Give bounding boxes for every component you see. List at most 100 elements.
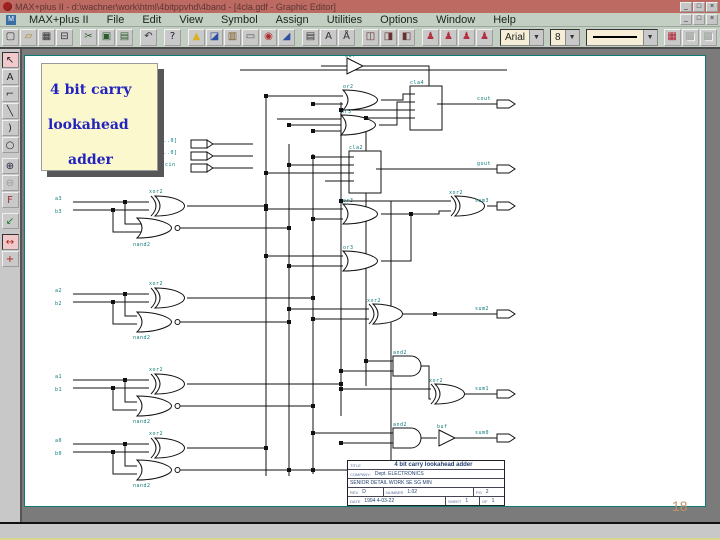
schematic-label: xor2 <box>149 367 163 373</box>
rubberbanding-toggle-icon[interactable]: ↙ <box>1 213 19 229</box>
font-combo-arrow-icon[interactable]: ▼ <box>529 29 544 45</box>
compiler-icon[interactable]: ♟ <box>422 28 439 46</box>
block-symbol[interactable] <box>409 85 443 131</box>
note-box[interactable]: 4 bit carry lookahead adder <box>41 63 158 171</box>
menu-item-edit[interactable]: Edit <box>133 14 170 26</box>
menu-item-symbol[interactable]: Symbol <box>212 14 267 26</box>
new-icon[interactable]: ▢ <box>2 28 19 46</box>
inverter-bubble <box>174 319 181 325</box>
menu-item-assign[interactable]: Assign <box>267 14 318 26</box>
zoom-out-tool-icon[interactable]: ⊖ <box>1 175 19 191</box>
circle-tool-icon[interactable]: ○ <box>1 137 19 153</box>
rotate-tool-icon[interactable]: + <box>1 251 19 267</box>
buffer-gate[interactable] <box>438 429 456 447</box>
title-bar[interactable]: MAX+plus II - d:\wachner\work\html\4bitp… <box>0 0 720 13</box>
xor-gate[interactable] <box>430 383 465 405</box>
flip-horizontal-tool-icon[interactable]: ↔ <box>1 234 19 250</box>
or-gate[interactable] <box>342 203 378 225</box>
fit-in-window-tool-icon[interactable]: F <box>1 192 19 208</box>
or-gate[interactable] <box>342 89 378 111</box>
paste-icon[interactable]: ▤ <box>116 28 133 46</box>
menu-item-window[interactable]: Window <box>427 14 484 26</box>
title-block[interactable]: TITLE 4 bit carry lookahead adder COMPAN… <box>347 460 505 506</box>
window-restore-button[interactable]: □ <box>693 1 705 12</box>
open-icon[interactable]: ▱ <box>20 28 37 46</box>
and-gate[interactable] <box>392 427 422 449</box>
xor-gate[interactable] <box>150 287 185 309</box>
nand-gate[interactable] <box>136 459 172 481</box>
line-style-combo[interactable]: ▼ <box>585 28 658 46</box>
document-close-button[interactable]: × <box>706 14 718 25</box>
message-processor-icon[interactable]: ▤ <box>302 28 319 46</box>
font-size-combo[interactable]: 8 ▼ <box>550 28 580 46</box>
menu-item-file[interactable]: File <box>98 14 134 26</box>
back-annotate-icon[interactable]: ▩ <box>681 28 699 46</box>
document-restore-button[interactable]: □ <box>693 14 705 25</box>
symbol-editor-icon[interactable]: ▥ <box>224 28 241 46</box>
zoom-in-tool-icon[interactable]: ⊕ <box>1 158 19 174</box>
menu-item-utilities[interactable]: Utilities <box>318 14 371 26</box>
line-style-arrow-icon[interactable]: ▼ <box>642 29 657 45</box>
project-save-icon[interactable]: ◫ <box>362 28 379 46</box>
menu-item-max-plus-ii[interactable]: MAX+plus II <box>20 14 98 26</box>
output-pin[interactable] <box>496 201 516 211</box>
undo-icon[interactable]: ↶ <box>140 28 157 46</box>
device-options-icon[interactable]: ▩ <box>699 28 717 46</box>
nand-gate[interactable] <box>136 217 172 239</box>
selection-tool-icon[interactable]: ↖ <box>1 52 19 68</box>
output-pin[interactable] <box>496 389 516 399</box>
menu-item-help[interactable]: Help <box>484 14 525 26</box>
slide-number: 18 <box>672 498 688 514</box>
project-archive-icon[interactable]: ◨ <box>380 28 397 46</box>
xor-gate[interactable] <box>150 195 185 217</box>
hierarchy-display-icon[interactable]: ▲ <box>188 28 205 46</box>
font-size-arrow-icon[interactable]: ▼ <box>564 29 579 45</box>
input-pin[interactable] <box>190 163 214 173</box>
orthogonal-line-tool-icon[interactable]: ⌐ <box>1 86 19 102</box>
context-help-icon[interactable]: ? <box>164 28 181 46</box>
output-pin[interactable] <box>496 433 516 443</box>
xor-gate[interactable] <box>150 437 185 459</box>
print-icon[interactable]: ⊟ <box>56 28 73 46</box>
document-minimize-button[interactable]: _ <box>680 14 692 25</box>
xor-gate[interactable] <box>368 303 403 325</box>
xor-gate[interactable] <box>150 373 185 395</box>
arc-tool-icon[interactable]: ) <box>1 120 19 136</box>
copy-icon[interactable]: ▣ <box>98 28 115 46</box>
block-symbol[interactable] <box>348 150 382 194</box>
or-gate[interactable] <box>342 250 378 272</box>
window-minimize-button[interactable]: _ <box>680 1 692 12</box>
nand-gate[interactable] <box>136 311 172 333</box>
cut-icon[interactable]: ✂ <box>80 28 97 46</box>
graphic-editor-icon[interactable]: ◪ <box>206 28 223 46</box>
schematic-page[interactable]: a[3..0] b[3..0] cin xor2 nand2 xor2 nand2 xor2 n… <box>24 55 706 507</box>
output-pin[interactable] <box>496 164 516 174</box>
input-pin[interactable] <box>190 151 214 161</box>
programmer-icon[interactable]: ♟ <box>476 28 493 46</box>
text-tool-icon[interactable]: A <box>1 69 19 85</box>
diagonal-line-tool-icon[interactable]: ╲ <box>1 103 19 119</box>
output-pin[interactable] <box>496 309 516 319</box>
buffer-gate[interactable] <box>346 57 364 75</box>
waveform-editor-icon[interactable]: ◉ <box>260 28 277 46</box>
and-gate[interactable] <box>392 355 422 377</box>
editor-area[interactable]: a[3..0] b[3..0] cin xor2 nand2 xor2 nand2 xor2 n… <box>22 49 720 522</box>
project-restore-icon[interactable]: ◧ <box>398 28 415 46</box>
font-combo[interactable]: Arial ▼ <box>500 28 545 46</box>
window-close-button[interactable]: × <box>706 1 718 12</box>
output-pin[interactable] <box>496 99 516 109</box>
floorplan-editor-icon[interactable]: ◢ <box>278 28 295 46</box>
schematic-label: and2 <box>393 350 407 356</box>
timing-analyzer-icon[interactable]: ♟ <box>458 28 475 46</box>
analysis-icon[interactable]: Å <box>338 28 355 46</box>
nand-gate[interactable] <box>136 395 172 417</box>
floorplan-assign-icon[interactable]: ▦ <box>663 28 681 46</box>
simulator-icon[interactable]: ♟ <box>440 28 457 46</box>
input-pin[interactable] <box>190 139 214 149</box>
text-editor-icon[interactable]: ▭ <box>242 28 259 46</box>
maxplus-window: MAX+plus II - d:\wachner\work\html\4bitp… <box>0 0 720 540</box>
menu-item-options[interactable]: Options <box>371 14 427 26</box>
symbol-a-icon[interactable]: A <box>320 28 337 46</box>
menu-item-view[interactable]: View <box>170 14 212 26</box>
save-icon[interactable]: ▦ <box>38 28 55 46</box>
